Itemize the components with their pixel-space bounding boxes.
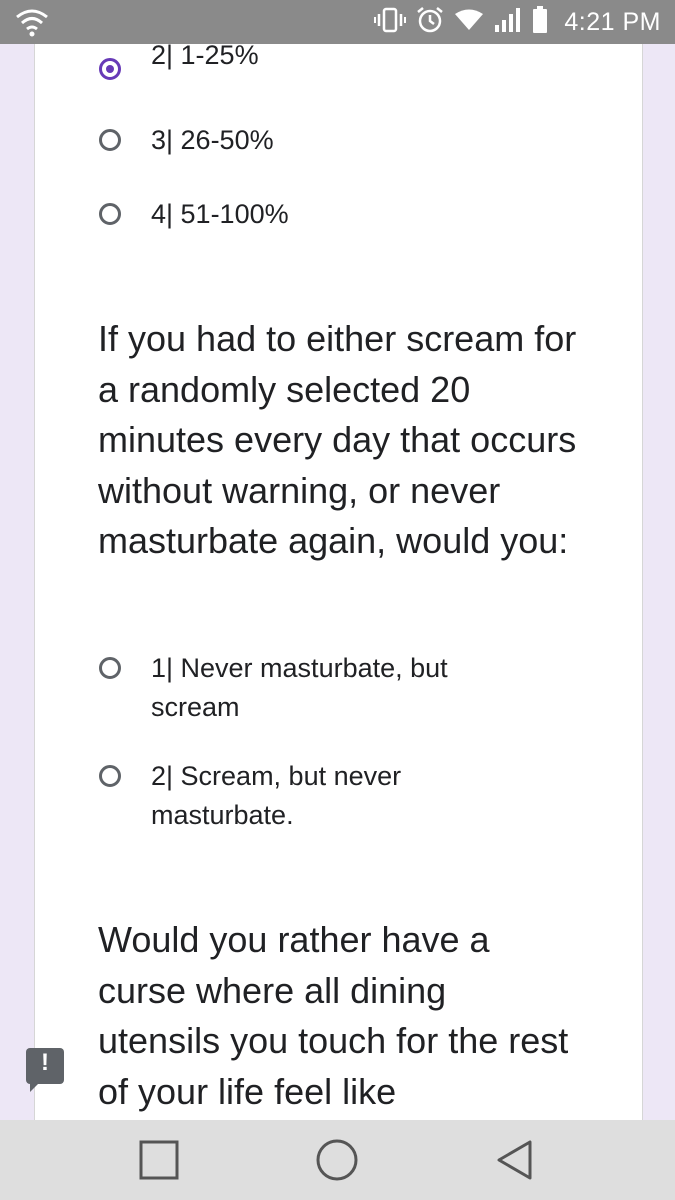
- battery-icon: [532, 5, 548, 39]
- status-bar: 4:21 PM: [0, 0, 675, 44]
- radio-button[interactable]: [99, 657, 121, 679]
- back-triangle-icon[interactable]: [492, 1136, 540, 1184]
- status-icons: 4:21 PM: [374, 0, 661, 44]
- question-title: Would you rather have a curse where all …: [98, 919, 569, 1112]
- status-time: 4:21 PM: [564, 7, 661, 36]
- home-circle-icon[interactable]: [313, 1136, 361, 1184]
- feedback-icon: !: [41, 1049, 49, 1076]
- radio-button[interactable]: [99, 765, 121, 787]
- alarm-icon: [416, 6, 444, 39]
- recents-square-icon[interactable]: [135, 1136, 183, 1184]
- option-label: 2| Scream, but never masturbate.: [151, 761, 402, 830]
- form-page[interactable]: 2| 1-25% 3| 26-50% 4| 51-100% If you had…: [0, 44, 675, 1120]
- wifi-call-icon: [14, 6, 50, 38]
- option-label: 4| 51-100%: [151, 199, 289, 229]
- feedback-button[interactable]: !: [26, 1048, 64, 1092]
- option-label: 1| Never masturbate, but scream: [151, 653, 448, 722]
- signal-icon: [494, 7, 522, 38]
- wifi-icon: [454, 8, 484, 37]
- radio-button-selected[interactable]: [99, 58, 121, 80]
- form-card: 2| 1-25% 3| 26-50% 4| 51-100% If you had…: [34, 44, 643, 1120]
- radio-button[interactable]: [99, 203, 121, 225]
- radio-button[interactable]: [99, 129, 121, 151]
- option-label: 2| 1-25%: [151, 44, 259, 70]
- option-label: 3| 26-50%: [151, 125, 274, 155]
- question-title: If you had to either scream for a random…: [98, 318, 577, 561]
- vibrate-icon: [374, 7, 407, 38]
- navigation-bar: [0, 1120, 675, 1200]
